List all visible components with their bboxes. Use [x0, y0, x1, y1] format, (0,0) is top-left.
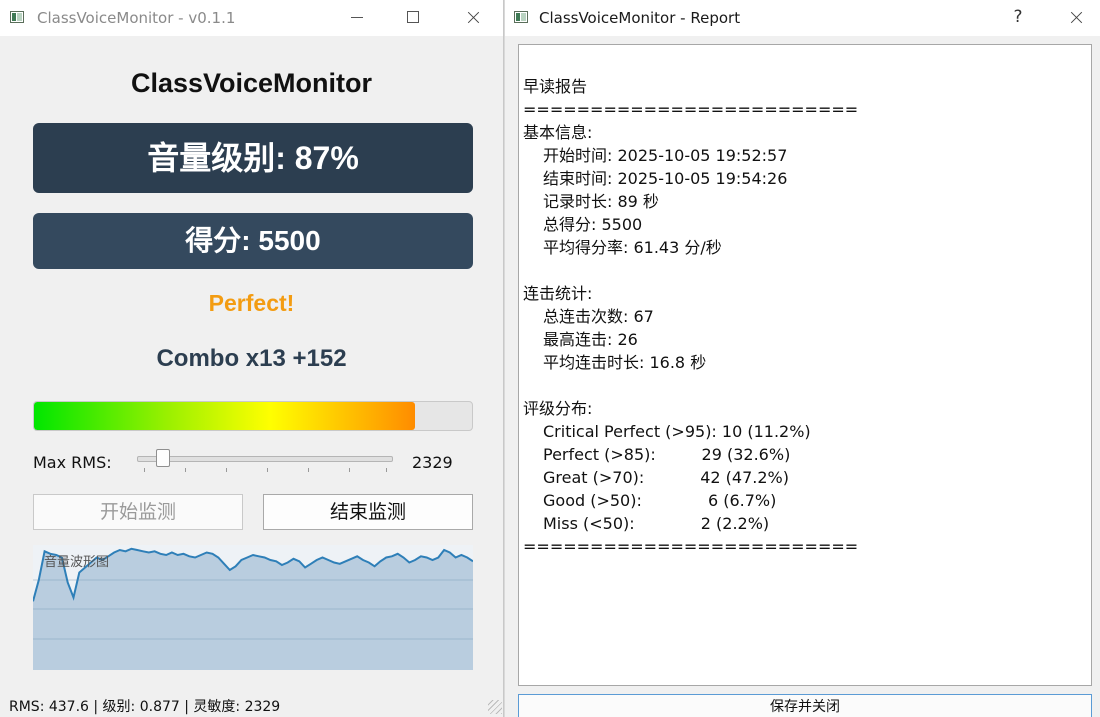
volume-level-bar [33, 401, 473, 431]
rating-text: Perfect! [208, 290, 295, 316]
combo-text: Combo x13 +152 [156, 345, 347, 372]
slider-groove[interactable] [137, 456, 393, 462]
report-line: 评级分布: [523, 399, 593, 418]
report-line: 记录时长: 89 秒 [543, 192, 659, 211]
maximize-icon[interactable] [390, 0, 436, 36]
slider-tick [267, 468, 268, 472]
max-rms-label: Max RMS: [33, 453, 112, 472]
report-line: 早读报告 [523, 77, 588, 96]
report-line: 平均连击时长: 16.8 秒 [543, 353, 707, 372]
report-line: 总得分: 5500 [543, 215, 643, 234]
app-icon [10, 11, 24, 23]
report-line: 总连击次数: 67 [543, 307, 654, 326]
minimize-icon[interactable] [334, 0, 380, 36]
report-line: 最高连击: 26 [543, 330, 638, 349]
slider-tick [308, 468, 309, 472]
report-line [523, 259, 858, 282]
status-bar: RMS: 437.6 | 级别: 0.877 | 灵敏度: 2329 [9, 699, 281, 715]
report-text-area[interactable]: 早读报告 ========================= 基本信息: 开始时间: … [518, 44, 1092, 686]
slider-tick [144, 468, 145, 472]
report-line: Miss (<50): 2 (2.2%) [543, 514, 770, 533]
report-title-bar[interactable]: ClassVoiceMonitor - Report ? [505, 0, 1100, 36]
resize-grip-icon[interactable] [488, 700, 502, 714]
report-line: Critical Perfect (>95): 10 (11.2%) [543, 422, 811, 441]
close-icon[interactable] [450, 0, 496, 36]
slider-tick [386, 468, 387, 472]
stop-monitoring-button[interactable]: 结束监测 [263, 494, 473, 530]
report-line: ========================= [523, 537, 859, 556]
report-line [523, 374, 858, 397]
report-line: 结束时间: 2025-10-05 19:54:26 [543, 169, 788, 188]
slider-tick [226, 468, 227, 472]
report-line: 基本信息: [523, 123, 593, 142]
slider-handle[interactable] [156, 449, 171, 467]
app-heading: ClassVoiceMonitor [130, 68, 373, 98]
start-monitoring-button[interactable]: 开始监测 [33, 494, 243, 530]
report-content: 早读报告 ========================= 基本信息: 开始时间: … [523, 75, 858, 558]
main-window-title: ClassVoiceMonitor - v0.1.1 [37, 9, 236, 27]
report-line: 平均得分率: 61.43 分/秒 [543, 238, 722, 257]
help-button[interactable]: ? [995, 0, 1041, 36]
report-line: Perfect (>85): 29 (32.6%) [543, 445, 791, 464]
main-window: ClassVoiceMonitor - v0.1.1 ClassVoiceMon… [0, 0, 504, 717]
slider-tick [185, 468, 186, 472]
report-line: ========================= [523, 100, 859, 119]
max-rms-value: 2329 [412, 453, 453, 472]
score-panel: 得分: 5500 [33, 213, 473, 269]
volume-level-fill [34, 402, 416, 430]
max-rms-slider[interactable] [137, 448, 393, 472]
app-icon [514, 11, 528, 23]
report-line: Good (>50): 6 (6.7%) [543, 491, 777, 510]
close-icon[interactable] [1053, 0, 1099, 36]
slider-tick [349, 468, 350, 472]
report-line: Great (>70): 42 (47.2%) [543, 468, 789, 487]
main-title-bar[interactable]: ClassVoiceMonitor - v0.1.1 [0, 0, 503, 36]
save-and-close-button[interactable]: 保存并关闭 [518, 694, 1092, 717]
report-line: 连击统计: [523, 284, 593, 303]
volume-level-panel: 音量级别: 87% [33, 123, 473, 193]
waveform-title: 音量波形图 [44, 555, 110, 570]
report-window: ClassVoiceMonitor - Report ? 早读报告 =======… [505, 0, 1100, 717]
report-window-title: ClassVoiceMonitor - Report [539, 9, 741, 27]
report-line: 开始时间: 2025-10-05 19:52:57 [543, 146, 788, 165]
